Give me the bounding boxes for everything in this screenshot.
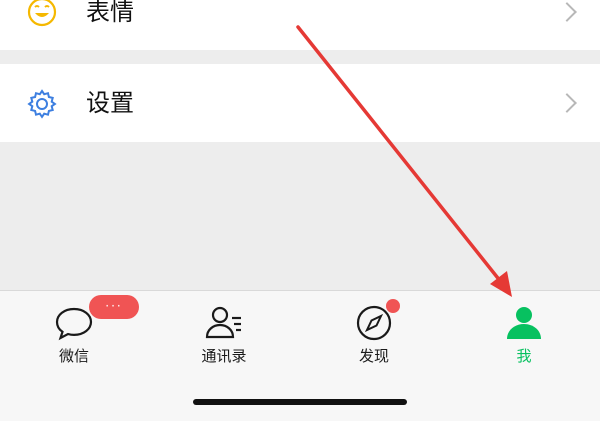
smiley-icon (27, 0, 57, 27)
tab-me[interactable]: 我 (464, 301, 584, 371)
person-icon (507, 307, 541, 339)
chevron-right-icon (557, 93, 577, 113)
unread-badge: ··· (89, 295, 139, 319)
tab-label: 通讯录 (201, 347, 247, 365)
tab-label: 发现 (358, 347, 389, 365)
home-indicator (193, 399, 407, 405)
menu-item-label: 表情 (86, 0, 134, 26)
menu-item-label: 设置 (86, 89, 134, 117)
chevron-right-icon (557, 2, 577, 22)
gear-icon (27, 89, 57, 119)
contacts-icon (205, 306, 241, 339)
tab-discover[interactable]: 发现 (314, 299, 434, 371)
tab-contacts[interactable]: 通讯录 (164, 301, 284, 371)
notification-dot (386, 299, 400, 313)
tab-chats[interactable]: ··· 微信 (14, 295, 139, 371)
tab-label: 微信 (58, 347, 89, 365)
tab-label: 我 (516, 347, 532, 365)
menu-item-settings[interactable]: 设置 (0, 64, 600, 142)
menu-item-stickers[interactable]: 表情 (0, 0, 600, 50)
chat-bubble-icon (55, 307, 93, 341)
